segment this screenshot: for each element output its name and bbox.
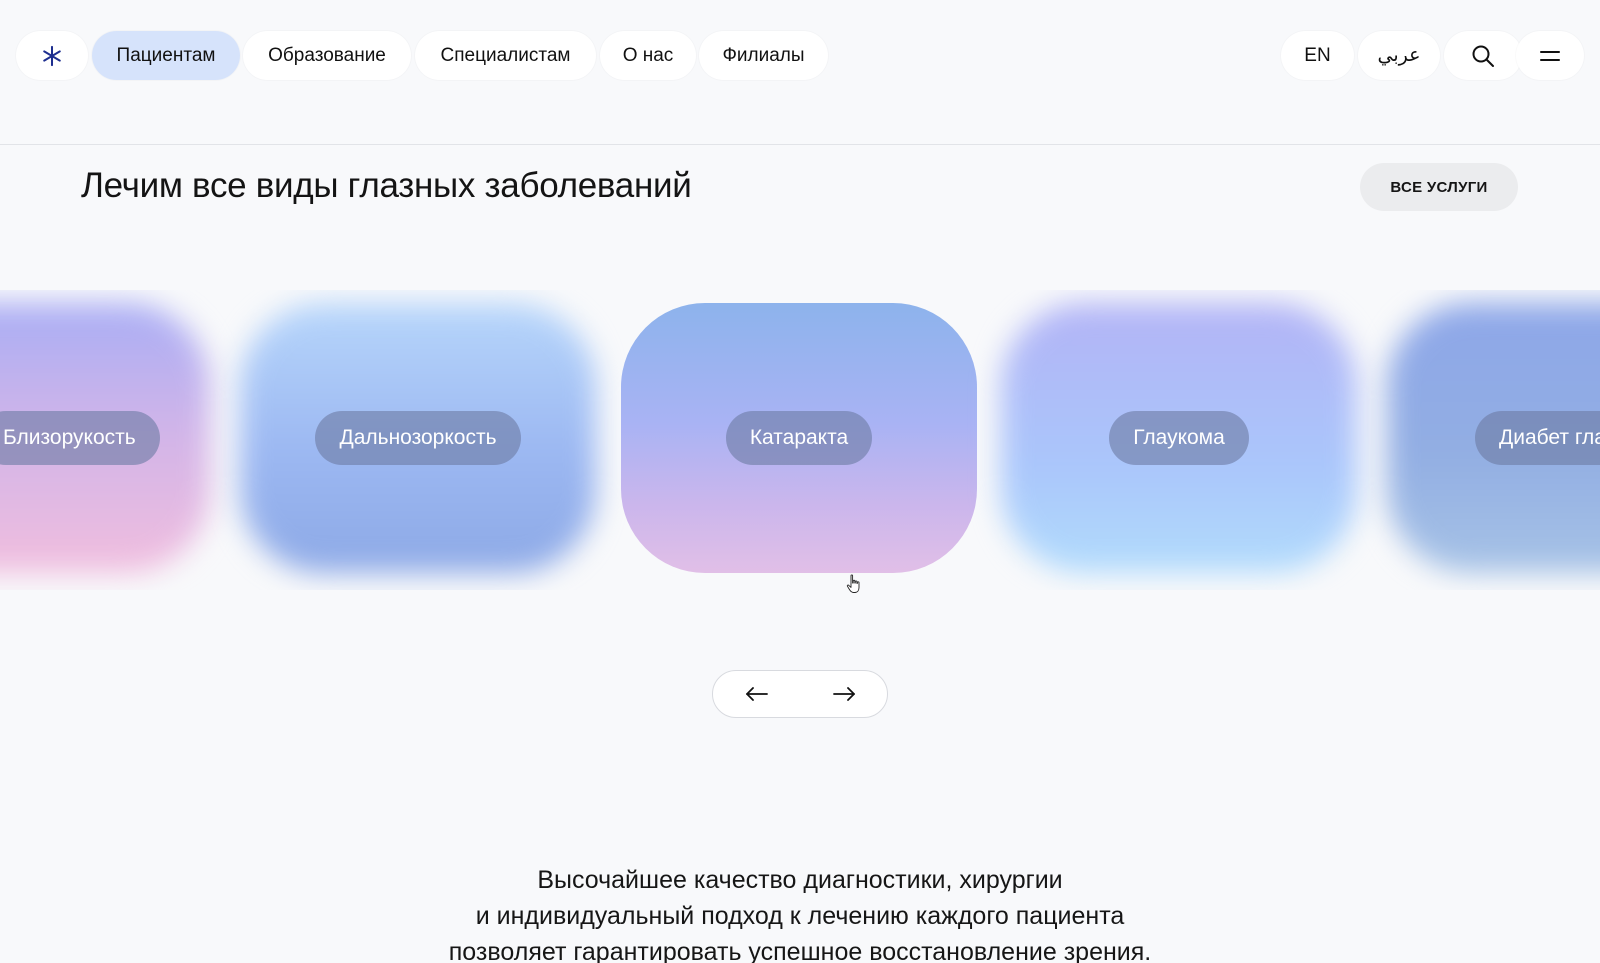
all-services-button[interactable]: ВСЕ УСЛУГИ (1360, 163, 1518, 211)
carousel-next-button[interactable] (800, 671, 888, 717)
section-title: Лечим все виды глазных заболеваний (81, 166, 692, 205)
menu-icon (1540, 50, 1560, 61)
search-button[interactable] (1444, 31, 1522, 80)
menu-button[interactable] (1516, 31, 1584, 80)
logo-button[interactable] (16, 31, 88, 80)
service-card-label: Диабет гла (1475, 411, 1600, 465)
nav-education[interactable]: Образование (243, 31, 411, 80)
nav-patients[interactable]: Пациентам (92, 31, 240, 80)
service-card-hyperopia[interactable]: Дальнозоркость (240, 303, 596, 573)
search-icon (1472, 45, 1494, 67)
service-card-cataract[interactable]: Катаракта (621, 303, 977, 573)
carousel-prev-button[interactable] (713, 671, 801, 717)
nav-about[interactable]: О нас (600, 31, 696, 80)
pointer-cursor-icon (846, 574, 860, 593)
asterisk-icon (43, 45, 61, 66)
service-card-label: Глаукома (1109, 411, 1249, 465)
description-line: Высочайшее качество диагностики, хирурги… (537, 866, 1063, 894)
language-ar-button[interactable]: عربي (1358, 31, 1440, 80)
description-text: Высочайшее качество диагностики, хирурги… (300, 862, 1300, 963)
nav-branches[interactable]: Филиалы (699, 31, 828, 80)
description-line: позволяет гарантировать успешное восстан… (448, 938, 1152, 963)
arrow-left-icon (746, 687, 768, 701)
service-card-myopia[interactable]: Близорукость (0, 303, 210, 573)
service-card-glaucoma[interactable]: Глаукома (1001, 303, 1357, 573)
arrow-right-icon (833, 687, 855, 701)
description-line: и индивидуальный подход к лечению каждог… (475, 902, 1125, 930)
nav-specialists[interactable]: Специалистам (415, 31, 596, 80)
service-card-label: Дальнозоркость (315, 411, 521, 465)
services-carousel: Близорукость Дальнозоркость Катаракта Гл… (0, 290, 1600, 590)
carousel-navigation (712, 670, 888, 718)
service-card-diabetes[interactable]: Диабет гла (1387, 303, 1600, 573)
page: Пациентам Образование Специалистам О нас… (0, 0, 1600, 963)
service-card-label: Катаракта (725, 411, 873, 465)
language-en-button[interactable]: EN (1281, 31, 1354, 80)
top-navigation: Пациентам Образование Специалистам О нас… (0, 0, 1600, 145)
service-card-label: Близорукость (0, 411, 160, 465)
